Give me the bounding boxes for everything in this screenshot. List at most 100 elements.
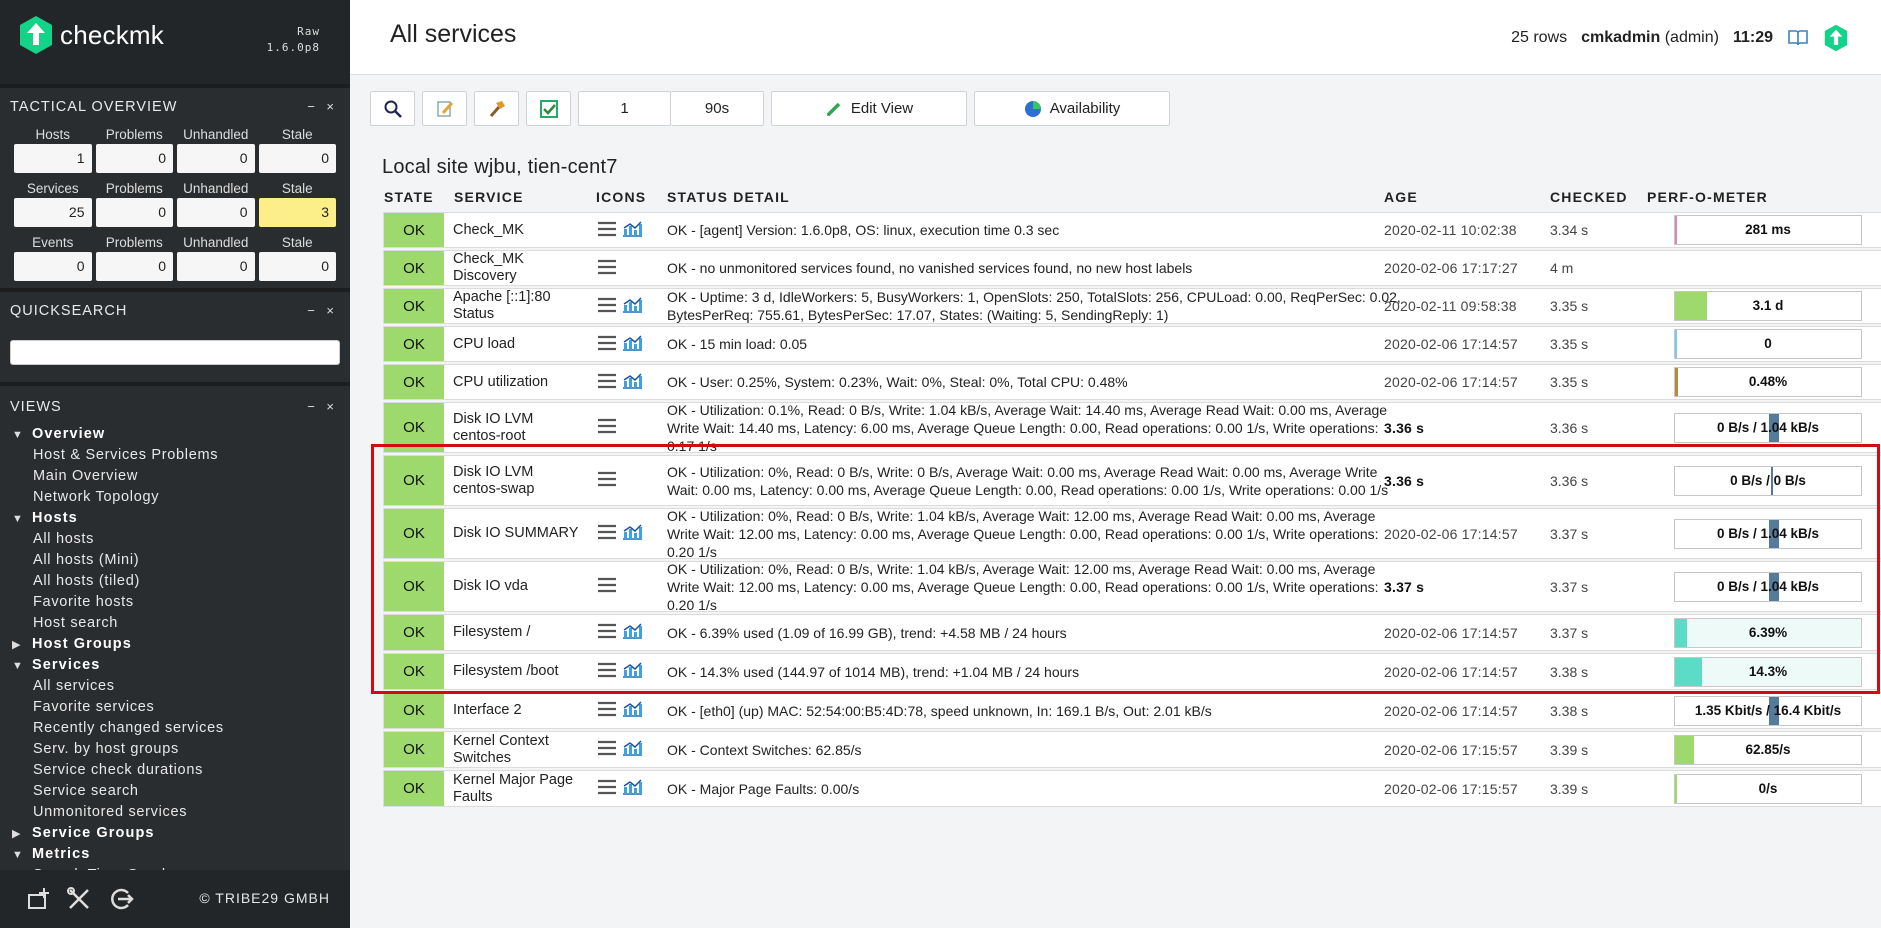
snapin-controls[interactable]: − × — [307, 388, 338, 426]
help-book-icon[interactable] — [1787, 29, 1809, 47]
service-name-link[interactable]: Disk IO vda — [453, 562, 583, 611]
perf-o-meter[interactable]: 6.39% — [1674, 617, 1862, 648]
col-status-detail[interactable]: STATUS DETAIL — [667, 189, 790, 205]
service-name-link[interactable]: Disk IO LVM centos-swap — [453, 456, 583, 505]
views-title[interactable]: VIEWS − × — [0, 388, 350, 426]
views-item[interactable]: All hosts (Mini) — [12, 550, 342, 571]
service-name-link[interactable]: Kernel Context Switches — [453, 732, 583, 767]
quicksearch-title[interactable]: QUICKSEARCH − × — [0, 292, 350, 330]
service-name-link[interactable]: CPU utilization — [453, 365, 583, 399]
table-row[interactable]: OK Check_MK Discovery OK - no unmonitored … — [383, 250, 1881, 286]
table-row[interactable]: OK CPU utilization OK - User: 0.25%, Syste… — [383, 364, 1881, 400]
table-row[interactable]: OK CPU load OK - 15 min load: 0.05 2020-02-… — [383, 326, 1881, 362]
views-item[interactable]: Favorite hosts — [12, 592, 342, 613]
graph-icon[interactable] — [621, 296, 643, 317]
service-name-link[interactable]: Check_MK Discovery — [453, 251, 583, 285]
views-group[interactable]: ▼ Overview — [12, 424, 342, 445]
graph-icon[interactable] — [621, 622, 643, 643]
col-perf-o-meter[interactable]: PERF-O-METER — [1647, 189, 1768, 205]
table-row[interactable]: OK Kernel Context Switches OK - Context Sw… — [383, 731, 1881, 768]
views-item[interactable]: Service search — [12, 781, 342, 802]
views-item[interactable]: Network Topology — [12, 487, 342, 508]
tactical-value[interactable]: 0 — [95, 198, 173, 227]
graph-icon[interactable] — [621, 220, 643, 241]
collapsed-triangle-icon[interactable]: ▶ — [12, 635, 32, 656]
action-menu-icon[interactable] — [597, 779, 617, 798]
perf-o-meter[interactable]: 281 ms — [1674, 215, 1862, 245]
service-name-link[interactable]: CPU load — [453, 327, 583, 361]
col-state[interactable]: STATE — [384, 189, 434, 205]
edit-display-button[interactable] — [422, 91, 467, 126]
service-name-link[interactable]: Disk IO LVM centos-root — [453, 403, 583, 452]
action-menu-icon[interactable] — [597, 221, 617, 240]
graph-icon[interactable] — [621, 778, 643, 799]
graph-icon[interactable] — [621, 523, 643, 544]
tactical-value[interactable]: 0 — [14, 252, 92, 281]
graph-icon[interactable] — [621, 661, 643, 682]
tactical-value[interactable]: 1 — [14, 144, 92, 173]
service-name-link[interactable]: Kernel Major Page Faults — [453, 771, 583, 806]
tactical-value[interactable]: 0 — [177, 252, 255, 281]
perf-o-meter[interactable]: 0.48% — [1674, 367, 1862, 397]
perf-o-meter[interactable]: 0 B/s / 1.04 kB/s — [1674, 518, 1862, 549]
views-item[interactable]: Service check durations — [12, 760, 342, 781]
search-button[interactable] — [370, 91, 415, 126]
tactical-value[interactable]: 0 — [95, 144, 173, 173]
expanded-triangle-icon[interactable]: ▼ — [12, 509, 32, 530]
tactical-value[interactable]: 3 — [258, 198, 336, 227]
perf-o-meter[interactable]: 0/s — [1674, 773, 1862, 804]
perf-o-meter[interactable]: 0 B/s / 1.04 kB/s — [1674, 412, 1862, 443]
perf-o-meter[interactable]: 14.3% — [1674, 656, 1862, 687]
logout-icon[interactable] — [106, 884, 136, 914]
views-item[interactable]: Recently changed services — [12, 718, 342, 739]
expanded-triangle-icon[interactable]: ▼ — [12, 656, 32, 677]
perf-o-meter[interactable]: 1.35 Kbit/s / 16.4 Kbit/s — [1674, 695, 1862, 726]
snapin-controls[interactable]: − × — [307, 88, 338, 126]
perf-o-meter[interactable]: 62.85/s — [1674, 734, 1862, 765]
commands-button[interactable] — [474, 91, 519, 126]
tools-icon[interactable] — [64, 884, 94, 914]
tactical-overview-title[interactable]: TACTICAL OVERVIEW − × — [0, 88, 350, 126]
collapsed-triangle-icon[interactable]: ▶ — [12, 824, 32, 845]
graph-icon[interactable] — [621, 739, 643, 760]
views-item[interactable]: All hosts — [12, 529, 342, 550]
graph-icon[interactable] — [621, 372, 643, 393]
action-menu-icon[interactable] — [597, 297, 617, 316]
checkmk-mini-logo-icon[interactable] — [1823, 24, 1849, 52]
action-menu-icon[interactable] — [597, 524, 617, 543]
action-menu-icon[interactable] — [597, 471, 617, 490]
action-menu-icon[interactable] — [597, 623, 617, 642]
tactical-value[interactable]: 0 — [177, 144, 255, 173]
service-name-link[interactable]: Apache [::1]:80 Status — [453, 289, 583, 323]
col-checked[interactable]: CHECKED — [1550, 189, 1628, 205]
perf-o-meter[interactable]: 0 B/s / 1.04 kB/s — [1674, 571, 1862, 602]
table-row[interactable]: OK Interface 2 OK - [eth0] (up) MAC: 52:54… — [383, 692, 1881, 729]
action-menu-icon[interactable] — [597, 335, 617, 354]
perf-o-meter[interactable]: 0 — [1674, 329, 1862, 359]
checkboxes-button[interactable] — [526, 91, 571, 126]
views-item[interactable]: Main Overview — [12, 466, 342, 487]
table-row[interactable]: OK Disk IO vda OK - Utilization: 0%, Read:… — [383, 561, 1881, 613]
action-menu-icon[interactable] — [597, 740, 617, 759]
expanded-triangle-icon[interactable]: ▼ — [12, 845, 32, 866]
tactical-value[interactable]: 0 — [95, 252, 173, 281]
views-group[interactable]: ▶ Service Groups — [12, 823, 342, 844]
views-group[interactable]: ▼ Metrics — [12, 844, 342, 865]
views-item[interactable]: All services — [12, 676, 342, 697]
graph-icon[interactable] — [621, 334, 643, 355]
views-item[interactable]: All hosts (tiled) — [12, 571, 342, 592]
refresh-interval-button[interactable]: 90s — [671, 91, 764, 126]
action-menu-icon[interactable] — [597, 701, 617, 720]
service-name-link[interactable]: Interface 2 — [453, 693, 583, 728]
col-service[interactable]: SERVICE — [454, 189, 524, 205]
table-row[interactable]: OK Apache [::1]:80 Status OK - Uptime: 3 d… — [383, 288, 1881, 324]
views-item[interactable]: Favorite services — [12, 697, 342, 718]
graph-icon[interactable] — [621, 700, 643, 721]
views-item[interactable]: Host & Services Problems — [12, 445, 342, 466]
table-row[interactable]: OK Filesystem / OK - 6.39% used (1.09 of 1… — [383, 614, 1881, 651]
refresh-count-button[interactable]: 1 — [578, 91, 671, 126]
views-item[interactable]: Serv. by host groups — [12, 739, 342, 760]
checkmk-logo-icon[interactable] — [18, 15, 54, 55]
table-row[interactable]: OK Disk IO SUMMARY OK - Utilization: 0%, R… — [383, 508, 1881, 560]
add-snapin-icon[interactable] — [24, 884, 54, 914]
